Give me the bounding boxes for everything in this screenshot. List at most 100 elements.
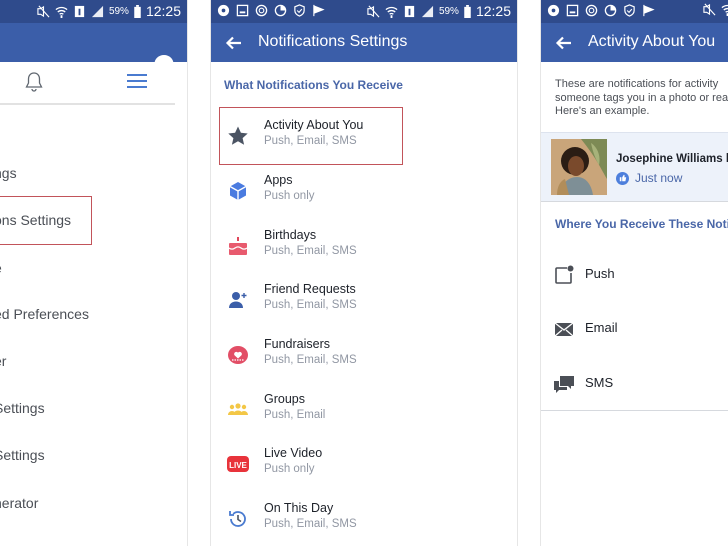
item-channels: Push, Email xyxy=(264,409,326,421)
item-name: Friend Requests xyxy=(264,282,356,296)
section-title: What Notifications You Receive xyxy=(224,78,403,92)
notification-type-live-video[interactable]: LIVE Live Video Push only xyxy=(211,438,517,492)
sim-icon xyxy=(73,5,86,18)
channel-push[interactable]: Push xyxy=(541,248,728,302)
status-bar xyxy=(541,0,728,23)
back-arrow-icon[interactable] xyxy=(555,34,573,52)
menu-icon[interactable] xyxy=(127,72,147,90)
item-channels: Push only xyxy=(264,190,315,202)
app-notification-icon xyxy=(217,4,230,17)
notification-type-birthdays[interactable]: Birthdays Push, Email, SMS xyxy=(211,220,517,274)
sync-icon xyxy=(585,4,598,17)
menu-item[interactable]: e xyxy=(0,260,2,276)
description-line: someone tags you in a photo or rea xyxy=(555,91,728,104)
signal-icon xyxy=(91,5,104,18)
notification-type-on-this-day[interactable]: On This Day Push, Email, SMS xyxy=(211,493,517,546)
mute-icon xyxy=(703,3,716,16)
data-usage-icon xyxy=(604,4,617,17)
menu-item[interactable]: ngs xyxy=(0,165,17,181)
highlight-box xyxy=(0,196,92,245)
notification-type-groups[interactable]: Groups Push, Email xyxy=(211,384,517,438)
shield-icon xyxy=(623,4,636,17)
shield-icon xyxy=(293,4,306,17)
flag-icon xyxy=(642,4,655,17)
section-title: Where You Receive These Notific xyxy=(555,217,728,231)
screenshot-stage: 59% 12:25 ngs ons Settings e ed Preferen… xyxy=(0,0,728,546)
item-name: Fundraisers xyxy=(264,337,330,351)
app-notification-icon xyxy=(547,4,560,17)
item-name: Birthdays xyxy=(264,228,317,242)
channel-label: Push xyxy=(585,266,615,281)
cube-icon xyxy=(227,180,249,202)
item-name: Live Video xyxy=(264,446,323,460)
menu-item[interactable]: er xyxy=(0,353,6,369)
channel-email[interactable]: Email xyxy=(541,302,728,356)
item-name: Groups xyxy=(264,392,305,406)
signal-icon xyxy=(421,5,434,18)
app-bar: Activity About You xyxy=(541,23,728,62)
tab-bar xyxy=(0,62,187,102)
mute-icon xyxy=(37,5,50,18)
cake-icon xyxy=(227,235,249,257)
groups-icon xyxy=(227,399,249,421)
description: These are notifications for activity som… xyxy=(555,78,728,119)
flag-icon xyxy=(312,4,325,17)
history-clock-icon xyxy=(227,508,249,530)
item-channels: Push, Email, SMS xyxy=(264,245,357,257)
menu-item[interactable]: ed Preferences xyxy=(0,306,89,322)
panel-activity-about-you: Activity About You These are notificatio… xyxy=(540,0,728,546)
item-channels: Push only xyxy=(264,463,315,475)
mute-icon xyxy=(367,5,380,18)
description-line: These are notifications for activity xyxy=(555,78,719,90)
clock: 12:25 xyxy=(475,3,511,19)
battery-percent: 59% xyxy=(108,5,129,17)
panel-notifications-settings: 59% 12:25 Notifications Settings What No… xyxy=(210,0,518,546)
panel-menu: 59% 12:25 ngs ons Settings e ed Preferen… xyxy=(0,0,188,546)
clock: 12:25 xyxy=(145,3,181,19)
battery-icon xyxy=(134,4,141,18)
fundraiser-heart-icon xyxy=(227,344,249,366)
page-title: Notifications Settings xyxy=(258,33,408,50)
svg-text:LIVE: LIVE xyxy=(229,461,247,470)
app-bar xyxy=(0,23,187,75)
item-channels: Push, Email, SMS xyxy=(264,354,357,366)
data-usage-icon xyxy=(274,4,287,17)
menu-item[interactable]: nerator xyxy=(0,495,38,511)
app-bar: Notifications Settings xyxy=(211,23,517,62)
channel-label: SMS xyxy=(585,375,614,390)
channel-sms[interactable]: SMS xyxy=(541,357,728,411)
live-video-icon: LIVE xyxy=(227,453,249,475)
divider xyxy=(541,410,728,411)
status-bar: 59% 12:25 xyxy=(0,0,187,23)
notification-type-fundraisers[interactable]: Fundraisers Push, Email, SMS xyxy=(211,329,517,383)
menu-item[interactable]: Settings xyxy=(0,447,45,463)
gallery-icon xyxy=(236,4,249,17)
notification-type-friend-requests[interactable]: Friend Requests Push, Email, SMS xyxy=(211,274,517,328)
item-name: On This Day xyxy=(264,501,334,515)
notifications-bell-icon[interactable] xyxy=(24,71,44,93)
item-channels: Push, Email, SMS xyxy=(264,518,357,530)
description-line: Here's an example. xyxy=(555,105,650,117)
battery-icon xyxy=(464,4,471,18)
menu-item[interactable]: Settings xyxy=(0,400,45,416)
gallery-icon xyxy=(566,4,579,17)
back-arrow-icon[interactable] xyxy=(225,34,243,52)
divider xyxy=(0,103,175,105)
push-notification-icon xyxy=(553,264,575,286)
sms-icon xyxy=(553,373,575,395)
example-time-text: Just now xyxy=(635,171,683,185)
notification-type-apps[interactable]: Apps Push only xyxy=(211,165,517,219)
wifi-icon xyxy=(721,3,728,16)
battery-percent: 59% xyxy=(438,5,459,17)
avatar xyxy=(551,139,607,195)
item-name: Apps xyxy=(264,173,293,187)
wifi-icon xyxy=(55,5,68,18)
highlight-box xyxy=(219,107,403,165)
sync-icon xyxy=(255,4,268,17)
item-channels: Push, Email, SMS xyxy=(264,299,357,311)
example-user-name: Josephine Williams li xyxy=(616,153,728,165)
sim-icon xyxy=(403,5,416,18)
add-friend-icon xyxy=(227,289,249,311)
like-icon xyxy=(616,171,629,185)
example-timestamp: Just now xyxy=(616,171,682,185)
